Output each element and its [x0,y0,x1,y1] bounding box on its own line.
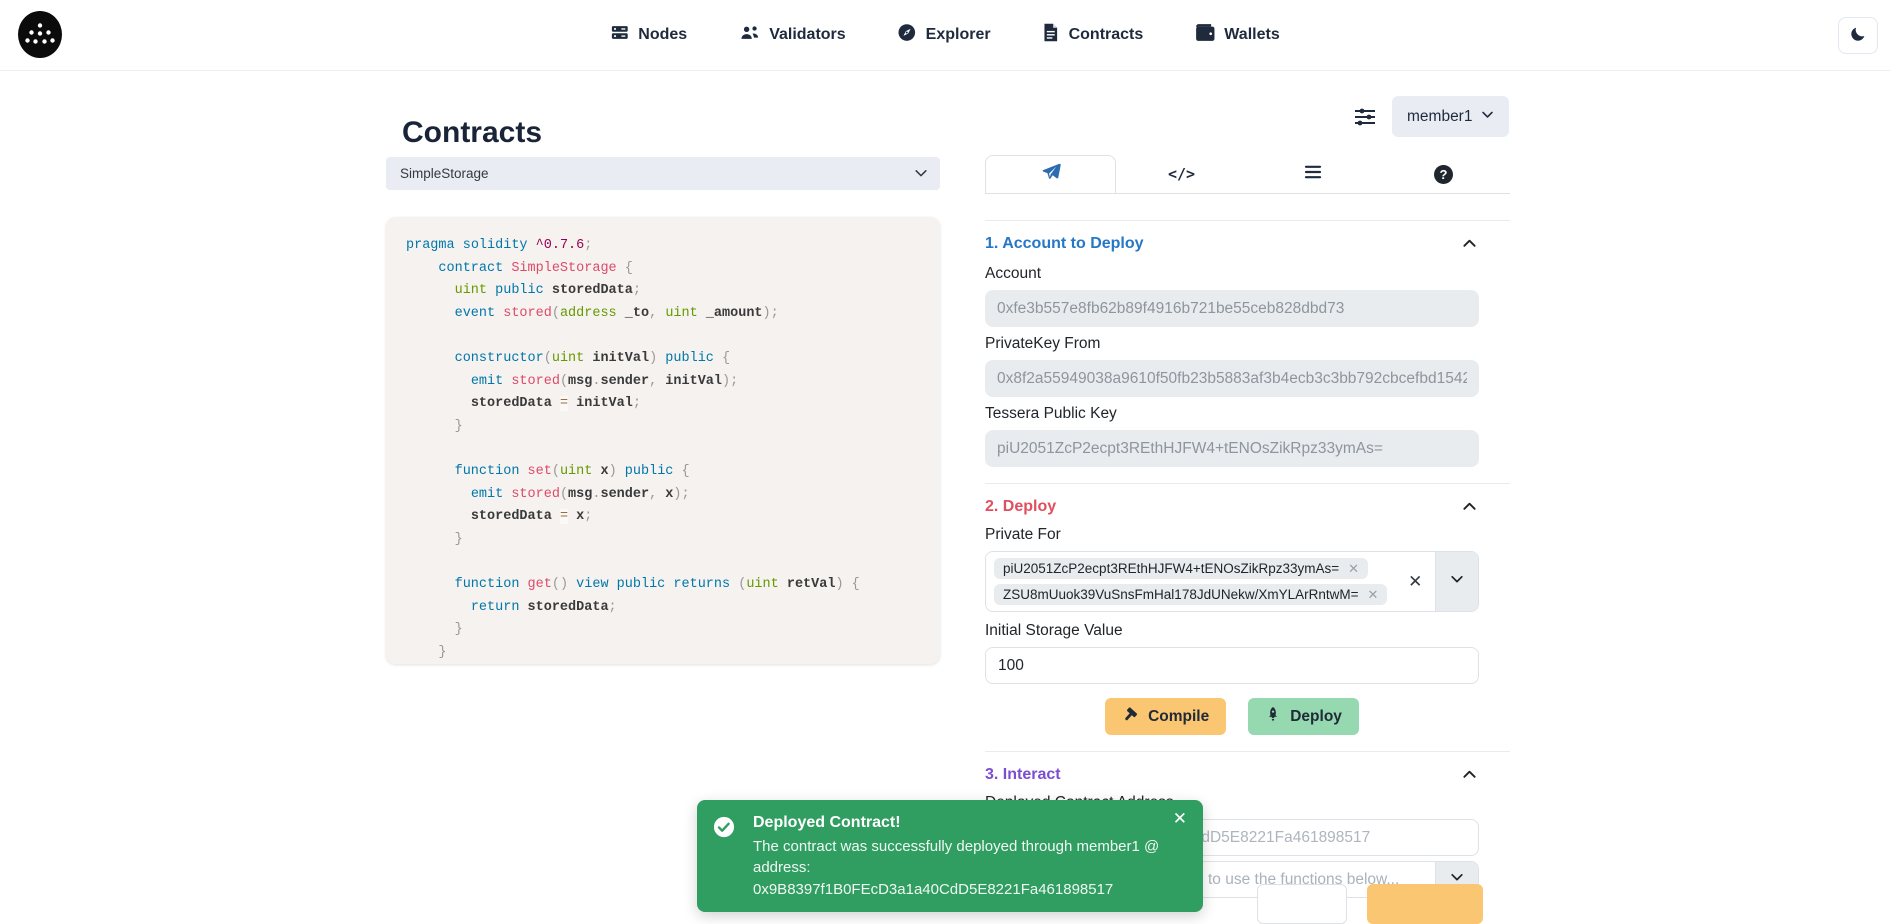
sliders-icon [1353,105,1377,132]
compile-button[interactable]: Compile [1105,698,1226,735]
top-navbar: Nodes Validators Explorer Contracts Wall… [0,0,1890,71]
interact-section-header: 3. Interact [985,765,1479,784]
nav-item-wallets[interactable]: Wallets [1195,23,1279,47]
tab-deploy[interactable] [985,155,1116,193]
nav-item-explorer[interactable]: Explorer [898,23,991,47]
contract-select-value: SimpleStorage [400,166,489,181]
app-logo-icon[interactable] [18,11,62,58]
nav-item-label: Contracts [1069,26,1144,44]
chevron-down-icon [914,166,928,183]
deploy-actions: Compile Deploy [985,698,1479,735]
chevron-down-icon [1450,572,1464,591]
solidity-code-block: pragma solidity ^0.7.6; contract SimpleS… [386,217,940,664]
deploy-section-title: 2. Deploy [985,498,1056,516]
nav-item-label: Nodes [638,26,687,44]
initial-storage-input[interactable] [985,647,1479,684]
code-pre: pragma solidity ^0.7.6; contract SimpleS… [406,234,920,663]
moon-icon [1849,25,1867,46]
contract-select[interactable]: SimpleStorage [386,157,940,190]
remove-tag-icon[interactable]: ✕ [1368,588,1379,601]
panel-tabs: </> ? [985,155,1510,194]
tab-help[interactable]: ? [1378,155,1509,193]
nav-item-label: Validators [769,26,845,44]
collapse-deploy-button[interactable] [1460,497,1479,516]
rocket-icon [1265,706,1281,727]
wallet-icon [1195,23,1215,47]
tag-value: ZSU8mUuok39VuSnsFmHal178JdUNekw/XmYLArRn… [1003,587,1359,602]
nav-item-contracts[interactable]: Contracts [1043,23,1144,47]
deploy-button[interactable]: Deploy [1248,698,1359,735]
check-circle-icon [713,816,735,843]
private-for-label: Private For [985,526,1479,544]
toast-message: The contract was successfully deployed t… [753,836,1163,900]
clear-all-icon[interactable]: ✕ [1395,552,1435,611]
collapse-account-button[interactable] [1460,234,1479,253]
account-section-title: 1. Account to Deploy [985,235,1144,253]
toast-title: Deployed Contract! [753,814,1163,832]
document-icon [1043,23,1060,47]
code-icon: </> [1168,165,1195,183]
privatekey-label: PrivateKey From [985,335,1479,353]
member-selector-dropdown[interactable]: member1 [1392,96,1509,137]
account-input [985,290,1479,327]
page-title: Contracts [402,116,542,150]
tessera-key-input [985,430,1479,467]
deploy-panel: </> ? 1. Account to Deploy Account Priva… [985,155,1510,898]
nav-item-label: Wallets [1224,26,1279,44]
compile-button-label: Compile [1148,708,1209,726]
success-toast: Deployed Contract! The contract was succ… [697,800,1203,912]
list-icon [1304,164,1322,185]
private-for-dropdown-toggle[interactable] [1435,552,1478,611]
tessera-key-label: Tessera Public Key [985,405,1479,423]
nav-item-label: Explorer [926,26,991,44]
nav-item-validators[interactable]: Validators [739,23,845,47]
member-selector-value: member1 [1407,108,1472,126]
deploy-button-label: Deploy [1290,708,1342,726]
nav-item-nodes[interactable]: Nodes [610,23,687,47]
section-divider [985,483,1510,484]
send-icon [1041,162,1061,187]
hammer-icon [1122,706,1139,728]
deploy-section-header: 2. Deploy [985,497,1479,516]
contract-source-column: SimpleStorage pragma solidity ^0.7.6; co… [386,157,940,664]
privatekey-input [985,360,1479,397]
private-for-multiselect[interactable]: piU2051ZcP2ecpt3REthHJFW4+tENOsZikRpz33y… [985,551,1479,612]
private-for-tag: ZSU8mUuok39VuSnsFmHal178JdUNekw/XmYLArRn… [994,584,1387,605]
collapse-interact-button[interactable] [1460,765,1479,784]
private-for-tag: piU2051ZcP2ecpt3REthHJFW4+tENOsZikRpz33y… [994,558,1368,579]
section-divider [985,751,1510,752]
bottom-action-button-light[interactable] [1257,884,1347,924]
tab-source-code[interactable]: </> [1116,155,1247,193]
help-icon: ? [1434,165,1453,184]
main-navigation: Nodes Validators Explorer Contracts Wall… [610,0,1279,70]
private-for-tags: piU2051ZcP2ecpt3REthHJFW4+tENOsZikRpz33y… [986,552,1395,611]
server-icon [610,23,629,47]
interact-section-title: 3. Interact [985,766,1061,784]
section-divider [985,220,1510,221]
account-label: Account [985,265,1479,283]
close-icon[interactable]: ✕ [1171,808,1189,829]
remove-tag-icon[interactable]: ✕ [1348,562,1359,575]
member-filter-button[interactable] [1352,105,1378,131]
account-section-header: 1. Account to Deploy [985,234,1479,253]
tag-value: piU2051ZcP2ecpt3REthHJFW4+tENOsZikRpz33y… [1003,561,1339,576]
initial-storage-label: Initial Storage Value [985,622,1479,640]
chevron-down-icon [1481,108,1494,126]
tab-logs[interactable] [1247,155,1378,193]
toast-content: Deployed Contract! The contract was succ… [753,814,1163,900]
bottom-action-button-orange[interactable] [1367,884,1483,924]
compass-icon [898,23,917,47]
dark-mode-toggle[interactable] [1838,17,1878,54]
people-icon [739,23,760,47]
